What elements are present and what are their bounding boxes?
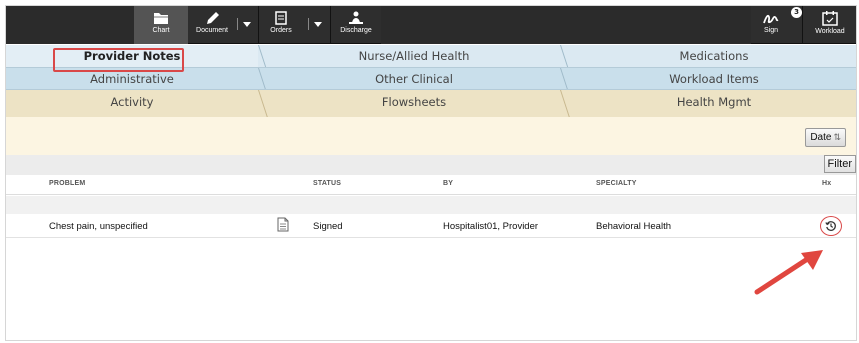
toolbar-divider [258, 6, 259, 44]
cell-problem: Chest pain, unspecified [49, 221, 148, 232]
tab-administrative[interactable]: Administrative [6, 68, 258, 89]
cell-specialty: Behavioral Health [596, 221, 671, 232]
filter-button[interactable]: Filter [823, 155, 856, 173]
chart-button[interactable]: Chart [134, 6, 188, 44]
discharge-label: Discharge [340, 27, 372, 34]
tab-row-3: Activity Flowsheets Health Mgmt [6, 89, 856, 117]
workload-button[interactable]: Workload [806, 6, 854, 44]
person-discharge-icon [349, 11, 363, 24]
chart-label: Chart [152, 27, 170, 34]
tab-workload-items[interactable]: Workload Items [570, 68, 856, 89]
date-sort-button[interactable]: Date ⇅ [805, 128, 846, 147]
document-dropdown-button[interactable] [237, 16, 255, 32]
toolbar-divider [330, 6, 331, 44]
tab-provider-notes[interactable]: Provider Notes [6, 45, 258, 67]
date-label: Date [810, 132, 832, 143]
sort-icon: ⇅ [833, 132, 841, 142]
tab-nurse-allied-health[interactable]: Nurse/Allied Health [268, 45, 560, 67]
app-frame: Chart Document Orders Discharge Sign 3 W… [5, 5, 857, 341]
workload-label: Workload [815, 28, 845, 35]
toolbar-left-area [6, 6, 134, 44]
table-header: PROBLEM STATUS BY SPECIALTY Hx [6, 175, 856, 195]
toolbar-spacer [381, 6, 751, 44]
tab-health-mgmt[interactable]: Health Mgmt [570, 90, 856, 117]
sign-label: Sign [763, 27, 778, 34]
sign-button[interactable]: Sign [750, 6, 792, 44]
calendar-icon [822, 11, 838, 26]
date-bar: Date ⇅ [6, 117, 856, 155]
column-header-by[interactable]: BY [443, 180, 453, 187]
orders-button[interactable]: Orders [261, 6, 301, 44]
toolbar-divider [802, 6, 803, 44]
table-group-row [6, 196, 856, 214]
tab-flowsheets[interactable]: Flowsheets [268, 90, 560, 117]
signature-icon [763, 14, 779, 24]
tab-row-1: Provider Notes Nurse/Allied Health Medic… [6, 45, 856, 67]
history-button[interactable] [820, 216, 842, 236]
history-icon [825, 221, 836, 231]
filter-bar: Filter [6, 155, 856, 175]
toolbar: Chart Document Orders Discharge Sign 3 W… [6, 6, 856, 44]
cell-status: Signed [313, 221, 343, 232]
tab-medications[interactable]: Medications [570, 45, 856, 67]
clipboard-icon [275, 11, 287, 25]
folder-icon [154, 13, 168, 24]
cell-by: Hospitalist01, Provider [443, 221, 539, 232]
pen-icon [207, 12, 219, 24]
column-header-specialty[interactable]: SPECIALTY [596, 180, 637, 187]
document-icon[interactable] [277, 217, 289, 232]
document-label: Document [196, 27, 228, 34]
tab-other-clinical[interactable]: Other Clinical [268, 68, 560, 89]
discharge-button[interactable]: Discharge [333, 6, 379, 44]
orders-label: Orders [270, 27, 292, 34]
tab-row-2: Administrative Other Clinical Workload I… [6, 67, 856, 89]
tab-activity[interactable]: Activity [6, 90, 258, 117]
column-header-hx: Hx [822, 180, 832, 187]
orders-dropdown-button[interactable] [308, 16, 326, 32]
document-button[interactable]: Document [188, 6, 236, 44]
table-row[interactable]: Chest pain, unspecified Signed Hospitali… [6, 214, 856, 238]
column-header-status[interactable]: STATUS [313, 180, 341, 187]
sign-count-badge: 3 [791, 7, 802, 18]
column-header-problem[interactable]: PROBLEM [49, 180, 85, 187]
annotation-arrow-icon [754, 250, 823, 295]
